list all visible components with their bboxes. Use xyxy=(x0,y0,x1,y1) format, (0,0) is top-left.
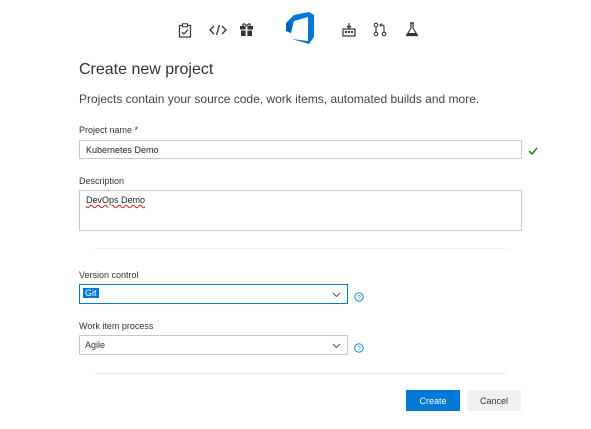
section-divider xyxy=(95,248,506,249)
version-control-label: Version control xyxy=(79,270,139,280)
chevron-down-icon xyxy=(332,290,341,300)
create-button[interactable]: Create xyxy=(406,390,460,411)
work-items-icon[interactable] xyxy=(178,23,192,38)
work-item-process-select[interactable]: Agile xyxy=(79,335,348,355)
service-icon-strip xyxy=(0,10,591,50)
work-item-process-label: Work item process xyxy=(79,321,154,331)
svg-text:?: ? xyxy=(357,346,361,353)
create-project-page: Create new project Projects contain your… xyxy=(0,0,591,429)
pull-request-icon[interactable] xyxy=(373,22,387,37)
work-item-process-value: Agile xyxy=(85,340,106,350)
description-value: DevOps Demo xyxy=(86,195,146,205)
chevron-down-icon xyxy=(332,341,341,351)
build-icon[interactable] xyxy=(342,22,356,37)
svg-text:?: ? xyxy=(357,295,361,302)
project-name-value: Kubernetes Demo xyxy=(86,145,159,155)
code-icon[interactable] xyxy=(209,24,227,36)
project-name-label: Project name * xyxy=(79,125,138,135)
section-divider xyxy=(95,373,506,374)
project-name-input[interactable]: Kubernetes Demo xyxy=(79,140,522,159)
valid-check-icon xyxy=(528,142,538,160)
project-name-label-text: Project name xyxy=(79,125,133,135)
cancel-button[interactable]: Cancel xyxy=(467,390,521,411)
description-textarea[interactable]: DevOps Demo xyxy=(79,190,522,231)
page-title: Create new project xyxy=(79,61,214,78)
packages-icon[interactable] xyxy=(239,22,254,37)
azure-devops-logo xyxy=(283,11,317,45)
page-subtitle: Projects contain your source code, work … xyxy=(79,92,480,106)
version-control-help-icon[interactable]: ? xyxy=(354,289,364,307)
test-plans-icon[interactable] xyxy=(405,22,419,37)
work-item-process-help-icon[interactable]: ? xyxy=(354,340,364,358)
required-marker: * xyxy=(134,125,139,135)
description-label: Description xyxy=(79,176,125,186)
version-control-value: Git xyxy=(83,288,99,298)
version-control-select[interactable]: Git xyxy=(79,284,348,304)
